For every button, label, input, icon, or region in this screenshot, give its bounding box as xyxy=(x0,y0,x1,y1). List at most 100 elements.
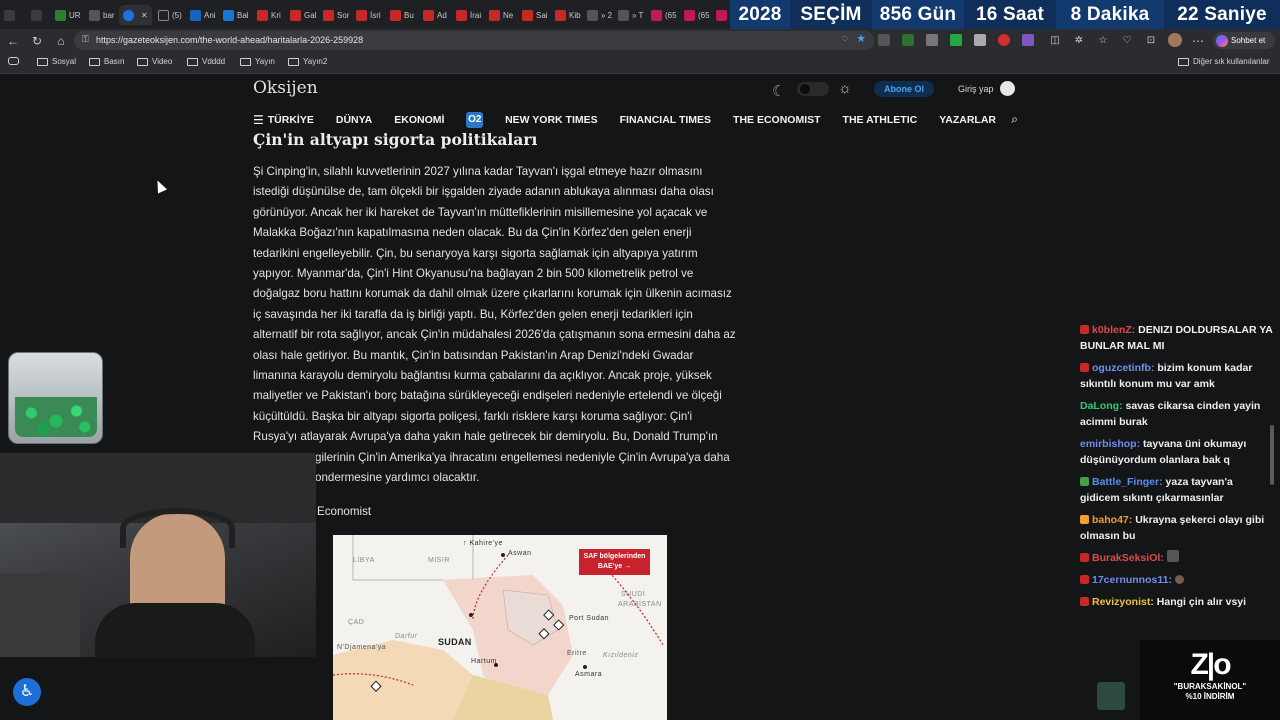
map-label-port-sudan: Port Sudan xyxy=(569,615,610,622)
tab-5[interactable]: Bal xyxy=(223,5,249,25)
tab-18[interactable]: (65 xyxy=(651,5,677,25)
chat-username[interactable]: emirbishop: xyxy=(1080,438,1140,450)
site-header: Oksijen ☾ ☼ Abone Ol Giriş yap ☰ TÜRKİYE… xyxy=(0,75,1280,130)
chat-username[interactable]: oguzcetinfb: xyxy=(1092,362,1154,374)
tab-label: Ne xyxy=(503,10,514,20)
dark-mode-icon[interactable]: ☾ xyxy=(772,82,785,100)
chat-username[interactable]: baho47: xyxy=(1092,514,1132,526)
tab-4[interactable]: Ani xyxy=(190,5,216,25)
tab-17[interactable]: » T xyxy=(618,5,643,25)
page-scrollbar[interactable] xyxy=(1270,425,1274,485)
bookmark-folder-basin[interactable]: Basın xyxy=(89,57,124,66)
chat-username[interactable]: k0blenZ: xyxy=(1092,324,1135,336)
nav-item-ft[interactable]: FINANCIAL TIMES xyxy=(620,114,711,126)
tab-label: bar xyxy=(103,10,115,20)
user-icon[interactable] xyxy=(1000,81,1015,96)
bookmark-folder-video[interactable]: Video xyxy=(137,57,172,66)
address-field[interactable]: ⚿ https://gazeteoksijen.com/the-world-ah… xyxy=(74,31,874,50)
tab-active[interactable]: ✕ xyxy=(119,5,152,25)
login-link[interactable]: Giriş yap xyxy=(958,84,994,94)
sidebar-toggle-icon[interactable] xyxy=(8,57,19,65)
tab-3[interactable]: (5) xyxy=(158,5,182,25)
home-icon[interactable]: ⌂ xyxy=(53,33,69,49)
profile-avatar[interactable] xyxy=(1168,33,1182,47)
bookmark-folder-yayin2[interactable]: Yayın2 xyxy=(288,57,327,66)
nav-item-nyt[interactable]: NEW YORK TIMES xyxy=(505,114,598,126)
nav-item-turkiye[interactable]: TÜRKİYE xyxy=(268,114,314,126)
accessibility-icon[interactable]: ♿ xyxy=(13,678,41,706)
youtube-icon[interactable] xyxy=(716,5,727,25)
chat-message: Battle_Finger: yaza tayvan'a gidicem sık… xyxy=(1080,474,1275,506)
tab-15[interactable]: Kib xyxy=(555,5,581,25)
chat-username[interactable]: DaLong: xyxy=(1080,400,1123,412)
tab-11[interactable]: Ad xyxy=(423,5,447,25)
nav-item-athletic[interactable]: THE ATHLETIC xyxy=(843,114,918,126)
nav-item-ekonomi[interactable]: EKONOMİ xyxy=(394,114,444,126)
light-mode-icon[interactable]: ☼ xyxy=(838,80,852,97)
article-line: Şi Cinping'in, silahlı kuvvetlerinin 202… xyxy=(253,165,703,178)
chat-username[interactable]: Battle_Finger: xyxy=(1092,476,1163,488)
nav-item-yazarlar[interactable]: YAZARLAR xyxy=(939,114,996,126)
screenshot-icon[interactable]: ⊡ xyxy=(1143,33,1159,49)
bookmark-folder-other[interactable]: Diğer sık kullanılanlar xyxy=(1178,57,1269,66)
search-icon[interactable]: ⌕ xyxy=(1011,112,1018,127)
tab-19[interactable]: (65 xyxy=(684,5,710,25)
seconds-unit: Saniye xyxy=(1204,3,1267,25)
tab-6[interactable]: Kri xyxy=(257,5,281,25)
tab-0[interactable]: UR xyxy=(55,5,81,25)
bookmark-folder-sosyal[interactable]: Sosyal xyxy=(37,57,76,66)
favorite-star-icon[interactable]: ★ xyxy=(856,32,866,45)
copilot-chat-button[interactable]: Sohbet et xyxy=(1213,32,1275,49)
tab-8[interactable]: Sor xyxy=(323,5,349,25)
sponsor-logo: Z|o xyxy=(1190,648,1231,681)
tab-14[interactable]: Sai xyxy=(522,5,548,25)
chat-username[interactable]: BurakSeksiOl: xyxy=(1092,552,1164,564)
chat-username[interactable]: Revizyonist: xyxy=(1092,596,1154,608)
folder-icon xyxy=(240,57,251,66)
close-icon[interactable]: ✕ xyxy=(141,11,148,20)
nav-item-economist[interactable]: THE ECONOMIST xyxy=(733,114,821,126)
health-icon[interactable]: ♡ xyxy=(1119,33,1135,49)
extension-icon[interactable] xyxy=(1022,34,1034,46)
tab-1[interactable]: bar xyxy=(89,5,115,25)
extension-icon[interactable] xyxy=(950,34,962,46)
site-logo[interactable]: Oksijen xyxy=(253,78,318,98)
article-line: limanına karayolu demiryolu bağlantısı k… xyxy=(253,369,712,383)
emote-icon xyxy=(1166,550,1179,562)
tab-16[interactable]: » 2 xyxy=(587,5,612,25)
extensions-icon[interactable]: ✲ xyxy=(1071,33,1087,49)
hamburger-menu-icon[interactable]: ☰ xyxy=(253,113,264,127)
extension-icon[interactable] xyxy=(902,34,914,46)
extension-icon[interactable] xyxy=(974,34,986,46)
site-info-icon[interactable]: ⚿ xyxy=(82,34,89,45)
bookmark-label: Diğer sık kullanılanlar xyxy=(1193,57,1270,66)
countdown-days: 856 Gün xyxy=(872,0,964,29)
tab-10[interactable]: Bu xyxy=(390,5,414,25)
chat-username[interactable]: 17cernunnos11: xyxy=(1092,574,1172,586)
reload-icon[interactable]: ↻ xyxy=(29,33,45,49)
tab-7[interactable]: Gal xyxy=(290,5,316,25)
workspaces-button[interactable] xyxy=(31,5,42,25)
tab-13[interactable]: Ne xyxy=(489,5,513,25)
nav-item-dunya[interactable]: DÜNYA xyxy=(336,114,372,126)
back-icon[interactable]: ← xyxy=(5,33,21,49)
split-screen-icon[interactable]: ◫ xyxy=(1047,33,1063,49)
tab-actions-button[interactable] xyxy=(4,5,15,25)
o2-logo-icon[interactable]: O2 xyxy=(466,112,484,128)
promo-discount: %10 İNDİRİM xyxy=(1185,692,1235,701)
theme-toggle[interactable] xyxy=(797,82,829,96)
tab-12[interactable]: İrai xyxy=(456,5,481,25)
map-label-kahire: ↑ Kahire'ye xyxy=(463,540,503,547)
extension-icon[interactable] xyxy=(926,34,938,46)
more-menu-icon[interactable]: ⋯ xyxy=(1190,33,1206,49)
bookmark-folder-yayin[interactable]: Yayın xyxy=(240,57,275,66)
map-label-libya: LİBYA xyxy=(353,557,375,564)
subscribe-button[interactable]: Abone Ol xyxy=(874,81,934,97)
tab-9[interactable]: İsri xyxy=(356,5,381,25)
favorites-icon[interactable]: ☆ xyxy=(1095,33,1111,49)
sub-badge-icon xyxy=(1080,575,1089,584)
extension-icon[interactable] xyxy=(998,34,1010,46)
extension-icon[interactable] xyxy=(878,34,890,46)
read-aloud-icon[interactable]: ◌ xyxy=(842,33,848,44)
bookmark-folder-vdddd[interactable]: Vdddd xyxy=(187,57,225,66)
